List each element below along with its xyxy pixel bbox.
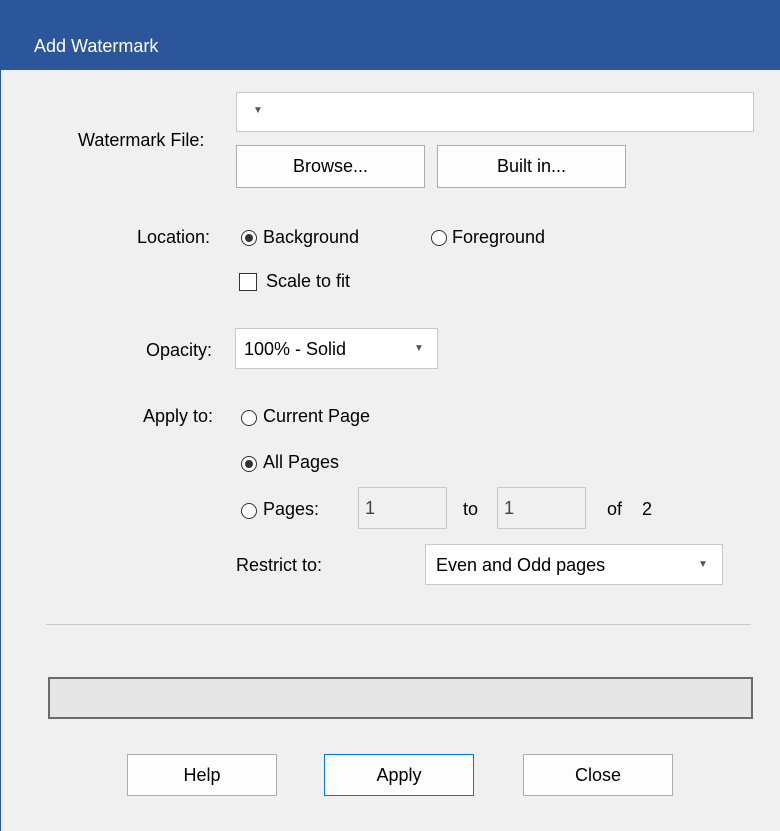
scale-to-fit-checkbox[interactable] [239,273,257,291]
pages-radio-label[interactable]: Pages: [263,499,319,520]
close-button[interactable]: Close [523,754,673,796]
chevron-down-icon[interactable]: ▼ [414,343,424,354]
page-to-value: 1 [504,498,515,518]
all-pages-radio[interactable] [241,456,257,472]
to-label: to [463,499,479,519]
foreground-radio-label[interactable]: Foreground [452,227,545,248]
watermark-file-label: Watermark File: [78,130,205,150]
chevron-down-icon[interactable]: ▼ [253,105,263,116]
of-label: of [607,499,623,519]
divider [46,624,751,625]
chevron-down-icon[interactable]: ▼ [698,559,708,570]
current-page-label[interactable]: Current Page [263,406,370,427]
apply-to-label: Apply to: [143,406,214,426]
browse-button[interactable]: Browse... [236,145,425,188]
page-to-field[interactable]: 1 [497,487,586,529]
restrict-to-label: Restrict to: [236,555,323,575]
radio-selected-dot [245,234,253,242]
title-bar: Add Watermark [1,0,780,70]
total-pages: 2 [642,499,653,519]
opacity-dropdown[interactable]: 100% - Solid ▼ [235,328,438,369]
opacity-label: Opacity: [146,340,213,360]
page-from-value: 1 [365,498,376,518]
restrict-to-dropdown[interactable]: Even and Odd pages ▼ [425,544,723,585]
current-page-radio[interactable] [241,410,257,426]
background-radio[interactable] [241,230,257,246]
all-pages-label[interactable]: All Pages [263,452,339,473]
pages-radio[interactable] [241,503,257,519]
page-from-field[interactable]: 1 [358,487,447,529]
apply-button[interactable]: Apply [324,754,474,796]
dialog-title: Add Watermark [34,36,159,56]
background-radio-label[interactable]: Background [263,227,359,248]
scale-to-fit-label[interactable]: Scale to fit [266,271,350,292]
built-in-button[interactable]: Built in... [437,145,626,188]
location-label: Location: [137,227,211,247]
watermark-file-combobox[interactable]: ▼ [236,92,754,132]
add-watermark-dialog: Add Watermark Watermark File: ▼ Browse..… [0,0,780,831]
radio-selected-dot [245,460,253,468]
restrict-to-value: Even and Odd pages [436,555,606,575]
progress-bar [48,677,753,719]
foreground-radio[interactable] [431,230,447,246]
help-button[interactable]: Help [127,754,277,796]
opacity-value: 100% - Solid [244,339,347,359]
